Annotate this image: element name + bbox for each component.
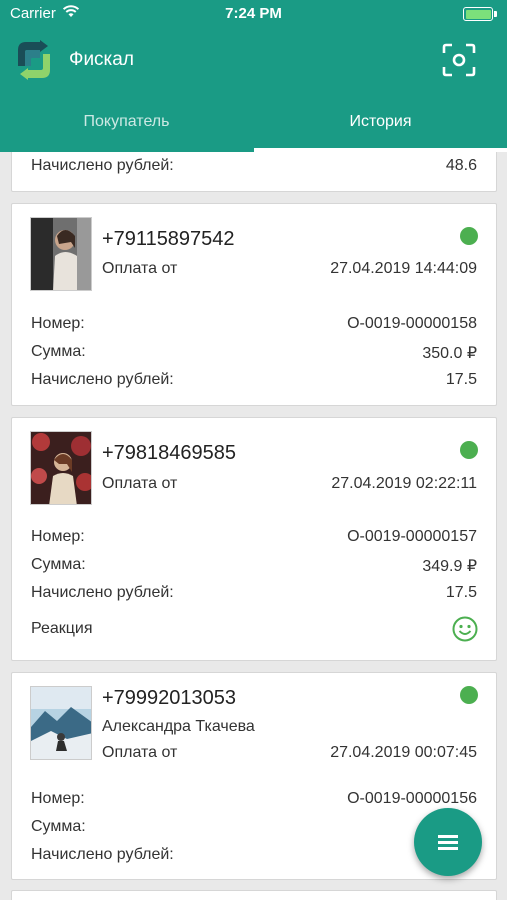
transaction-card[interactable]: +79115897542 Оплата от 27.04.2019 14:44:…: [11, 203, 497, 406]
payment-datetime: 27.04.2019 00:07:45: [330, 744, 477, 761]
battery-tip: [494, 11, 497, 17]
status-bar: Carrier 7:24 PM: [0, 0, 507, 28]
sum-label: Сумма:: [31, 818, 86, 835]
status-dot-icon: [460, 441, 478, 459]
accrued-row: Начислено рублей: 17.5: [31, 584, 477, 606]
sum-row: Сумма: 349.9 ₽: [31, 556, 477, 578]
transaction-card-partial[interactable]: [11, 890, 497, 900]
payment-datetime: 27.04.2019 14:44:09: [330, 260, 477, 277]
payment-label: Оплата от: [102, 260, 178, 277]
accrued-label: Начислено рублей:: [31, 371, 174, 388]
accrued-row: Начислено рублей: 48.6: [31, 157, 477, 179]
avatar: [30, 431, 92, 505]
reaction-label: Реакция: [31, 620, 93, 637]
accrued-value: 17.5: [445, 584, 477, 601]
avatar: [30, 686, 92, 760]
accrued-label: Начислено рублей:: [31, 584, 174, 601]
status-dot-icon: [460, 227, 478, 245]
number-value: О-0019-00000158: [347, 315, 477, 332]
accrued-value: 17.5: [445, 371, 477, 388]
number-value: О-0019-00000156: [347, 790, 477, 807]
number-row: Номер: О-0019-00000157: [31, 528, 477, 550]
payment-datetime: 27.04.2019 02:22:11: [331, 475, 477, 492]
phone-number: +79818469585: [102, 442, 237, 464]
app-header: Carrier 7:24 PM Фискал Покупатель Истори…: [0, 0, 507, 152]
accrued-label: Начислено рублей:: [31, 157, 174, 174]
number-label: Номер:: [31, 528, 85, 545]
sum-row: Сумма: 350.0 ₽: [31, 343, 477, 365]
number-label: Номер:: [31, 315, 85, 332]
customer-name: Александра Ткачева: [102, 718, 255, 735]
tab-buyer[interactable]: Покупатель: [0, 98, 253, 152]
transaction-card[interactable]: +79818469585 Оплата от 27.04.2019 02:22:…: [11, 417, 497, 661]
scan-icon: [442, 43, 476, 77]
status-dot-icon: [460, 686, 478, 704]
scan-button[interactable]: [442, 43, 476, 77]
accrued-row: Начислено рублей: 17.5: [31, 371, 477, 393]
history-list[interactable]: Начислено рублей: 48.6 +79115897542 Опла…: [0, 152, 507, 900]
accrued-label: Начислено рублей:: [31, 846, 174, 863]
accrued-value: 48.6: [445, 157, 477, 174]
payment-label: Оплата от: [102, 744, 178, 761]
number-value: О-0019-00000157: [347, 528, 477, 545]
clock: 7:24 PM: [225, 5, 282, 22]
number-row: Номер: О-0019-00000156: [31, 790, 477, 812]
phone-number: +79115897542: [102, 228, 235, 250]
phone-number: +79992013053: [102, 687, 237, 709]
battery-icon: [463, 7, 493, 21]
sum-value: 350.0 ₽: [422, 345, 477, 362]
transaction-card-partial[interactable]: Начислено рублей: 48.6: [11, 152, 497, 192]
menu-fab-button[interactable]: [414, 808, 482, 876]
sum-label: Сумма:: [31, 556, 86, 573]
avatar: [30, 217, 92, 291]
payment-label: Оплата от: [102, 475, 178, 492]
sum-value: 349.9 ₽: [422, 558, 477, 575]
sum-label: Сумма:: [31, 343, 86, 360]
number-label: Номер:: [31, 790, 85, 807]
app-logo-icon: [10, 36, 58, 84]
accrued-row: Начислено рублей:: [31, 846, 477, 868]
tab-bar: Покупатель История: [0, 98, 507, 152]
reaction-row: Реакция: [31, 620, 477, 642]
tab-history[interactable]: История: [254, 98, 507, 152]
sum-row: Сумма:: [31, 818, 477, 840]
app-title: Фискал: [69, 49, 134, 70]
number-row: Номер: О-0019-00000158: [31, 315, 477, 337]
smile-icon[interactable]: [452, 616, 478, 642]
